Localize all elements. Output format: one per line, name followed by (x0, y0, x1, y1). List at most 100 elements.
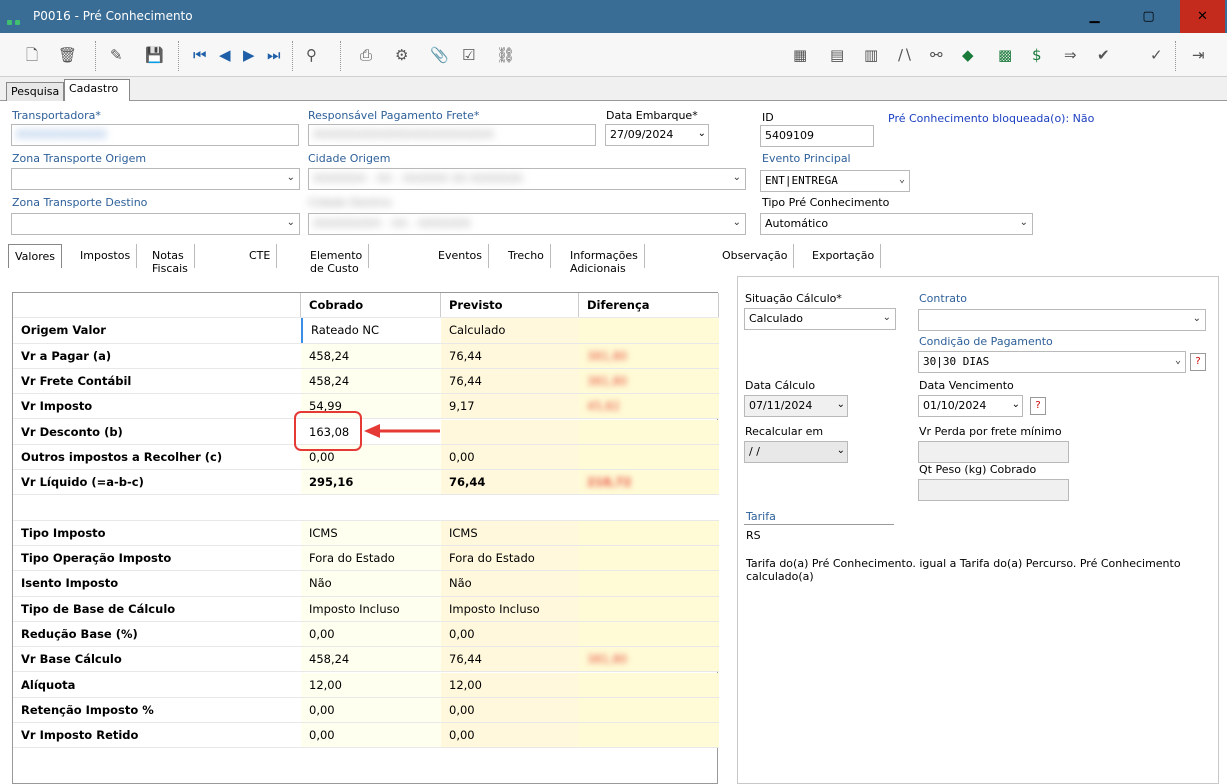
check-icon[interactable]: ✓ (1150, 46, 1163, 64)
cell-diferenca[interactable] (579, 444, 719, 470)
cell-previsto[interactable]: Imposto Incluso (441, 596, 579, 621)
cell-diferenca[interactable] (579, 723, 719, 748)
tarifa-field[interactable]: RS (744, 524, 894, 546)
cell-diferenca[interactable] (579, 571, 719, 596)
new-document-icon[interactable]: 🗋 (26, 46, 38, 64)
cell-diferenca[interactable]: 381,80 (579, 343, 719, 368)
table-row[interactable]: Tipo Operação Imposto Fora do Estado Fora … (13, 546, 719, 572)
help-button[interactable]: ? (1030, 397, 1046, 415)
cell-previsto[interactable]: Calculado (441, 318, 579, 343)
chain-icon[interactable]: ⚯ (930, 46, 943, 64)
cidade-origem-select[interactable]: XXXXXXX - XX - XXXXXX XX XXXXXXX ⌄ (308, 168, 746, 190)
cell-diferenca[interactable]: 381,80 (579, 368, 719, 394)
cell-diferenca[interactable] (579, 697, 719, 723)
cell-diferenca[interactable]: 218,72 (579, 470, 719, 495)
save-icon[interactable]: 💾 (145, 46, 164, 64)
data-venc-field[interactable]: 01/10/2024 ⌄ (918, 395, 1023, 417)
chevron-down-icon[interactable]: ⌄ (837, 445, 845, 456)
tab-pesquisa[interactable]: Pesquisa (6, 82, 64, 101)
cell-diferenca[interactable]: 45,82 (579, 394, 719, 419)
transportadora-field[interactable]: XXXXXXXXXXXX (11, 124, 299, 146)
zona-origem-select[interactable]: ⌄ (11, 168, 300, 190)
cell-previsto[interactable]: 76,44 (441, 343, 579, 368)
cell-previsto[interactable] (441, 495, 579, 520)
tab-eventos[interactable]: Eventos (432, 244, 489, 268)
cell-previsto[interactable]: Fora do Estado (441, 546, 579, 571)
cell-diferenca[interactable] (579, 318, 719, 343)
tab-exportacao[interactable]: Exportação (806, 244, 882, 268)
cell-cobrado[interactable] (301, 495, 441, 520)
cell-previsto[interactable]: Não (441, 571, 579, 596)
table-row[interactable]: Tipo de Base de Cálculo Imposto Incluso Im… (13, 596, 719, 622)
cell-diferenca[interactable] (579, 495, 719, 520)
data-calculo-field[interactable]: 07/11/2024 ⌄ (744, 395, 848, 417)
cell-diferenca[interactable] (579, 419, 719, 444)
money-icon[interactable]: $ (1032, 46, 1042, 64)
cell-previsto[interactable]: 12,00 (441, 672, 579, 697)
cell-previsto[interactable]: 0,00 (441, 697, 579, 723)
tipo-pre-select[interactable]: Automático ⌄ (760, 213, 1033, 235)
perda-field[interactable] (918, 441, 1069, 463)
evento-select[interactable]: ENT|ENTREGA ⌄ (760, 170, 910, 192)
cell-cobrado[interactable]: 295,16 (301, 470, 441, 495)
cell-diferenca[interactable] (579, 672, 719, 697)
cell-previsto[interactable]: 76,44 (441, 647, 579, 672)
cell-cobrado[interactable]: 12,00 (301, 672, 441, 697)
approve-icon[interactable]: ✔ (1097, 46, 1110, 64)
table-row[interactable] (13, 495, 719, 521)
cell-previsto[interactable]: 0,00 (441, 723, 579, 748)
tab-cadastro[interactable]: Cadastro (64, 79, 130, 101)
search-binoculars-icon[interactable]: ⚲ (306, 46, 317, 64)
cell-cobrado[interactable]: 458,24 (301, 368, 441, 394)
table-row[interactable]: Isento Imposto Não Não (13, 571, 719, 597)
help-button[interactable]: ? (1190, 353, 1206, 371)
maximize-button[interactable]: ▢ (1126, 0, 1171, 33)
cell-cobrado[interactable]: Fora do Estado (301, 546, 441, 571)
chevron-down-icon[interactable]: ⌄ (1012, 399, 1020, 410)
cell-cobrado[interactable]: 458,24 (301, 647, 441, 672)
cell-previsto[interactable]: 76,44 (441, 368, 579, 394)
chevron-down-icon[interactable]: ⌄ (837, 399, 845, 410)
cell-cobrado[interactable]: 0,00 (301, 723, 441, 748)
table-row[interactable]: Tipo Imposto ICMS ICMS (13, 520, 719, 546)
cidade-destino-select[interactable]: XXXXXXXXX - XX - XXXXXXX ⌄ (308, 213, 746, 235)
cell-previsto[interactable]: 76,44 (441, 470, 579, 495)
cell-diferenca[interactable] (579, 546, 719, 571)
export-icon[interactable]: ⇒ (1064, 46, 1077, 64)
next-record-icon[interactable]: ▶ (243, 46, 255, 64)
qt-peso-field[interactable] (918, 479, 1069, 501)
delete-icon[interactable]: 🗑 (58, 46, 77, 64)
id-field[interactable]: 5409109 (760, 125, 874, 147)
link-icon[interactable]: ⛓ (496, 46, 515, 64)
settings-icon[interactable]: ⚙ (395, 46, 408, 64)
tab-elemento-custo[interactable]: Elemento de Custo (304, 244, 370, 275)
diamond-icon[interactable]: ◆ (962, 46, 974, 64)
tab-observacao[interactable]: Observação (716, 244, 795, 268)
table-row[interactable]: Outros impostos a Recolher (c) 0,00 0,00 (13, 444, 719, 471)
contrato-select[interactable]: ⌄ (918, 309, 1206, 331)
minimize-button[interactable]: ▁ (1072, 0, 1117, 33)
cell-diferenca[interactable] (579, 520, 719, 545)
spreadsheet-icon[interactable]: ▥ (864, 46, 878, 64)
chevron-down-icon[interactable]: ⌄ (698, 128, 706, 139)
tab-valores[interactable]: Valores (8, 244, 62, 268)
cell-cobrado[interactable]: 458,24 (301, 343, 441, 368)
recalcular-field[interactable]: / / ⌄ (744, 441, 848, 463)
cell-diferenca[interactable] (579, 621, 719, 647)
table-row[interactable]: Redução Base (%) 0,00 0,00 (13, 621, 719, 648)
table-row[interactable]: Vr a Pagar (a) 458,24 76,44 381,80 (13, 343, 719, 369)
tab-trecho[interactable]: Trecho (502, 244, 551, 268)
zona-destino-select[interactable]: ⌄ (11, 213, 300, 235)
condicao-select[interactable]: 30|30 DIAS ⌄ (918, 351, 1186, 373)
data-embarque-field[interactable]: 27/09/2024 ⌄ (605, 124, 709, 146)
cell-previsto[interactable]: 0,00 (441, 444, 579, 470)
tab-notas-fiscais[interactable]: Notas Fiscais (146, 244, 195, 275)
cell-cobrado[interactable]: Rateado NC (301, 318, 441, 343)
responsavel-field[interactable]: XXXXXXXXXXXXXXXXXXXXXXXX (308, 124, 596, 146)
tab-informacoes-adicionais[interactable]: Informações Adicionais (564, 244, 645, 275)
table-row[interactable]: Retenção Imposto % 0,00 0,00 (13, 697, 719, 724)
cell-previsto[interactable]: ICMS (441, 520, 579, 545)
table-row[interactable]: Vr Imposto 54,99 9,17 45,82 (13, 394, 719, 420)
cell-previsto[interactable]: 9,17 (441, 394, 579, 419)
table-row[interactable]: Origem Valor Rateado NC Calculado (13, 318, 719, 344)
